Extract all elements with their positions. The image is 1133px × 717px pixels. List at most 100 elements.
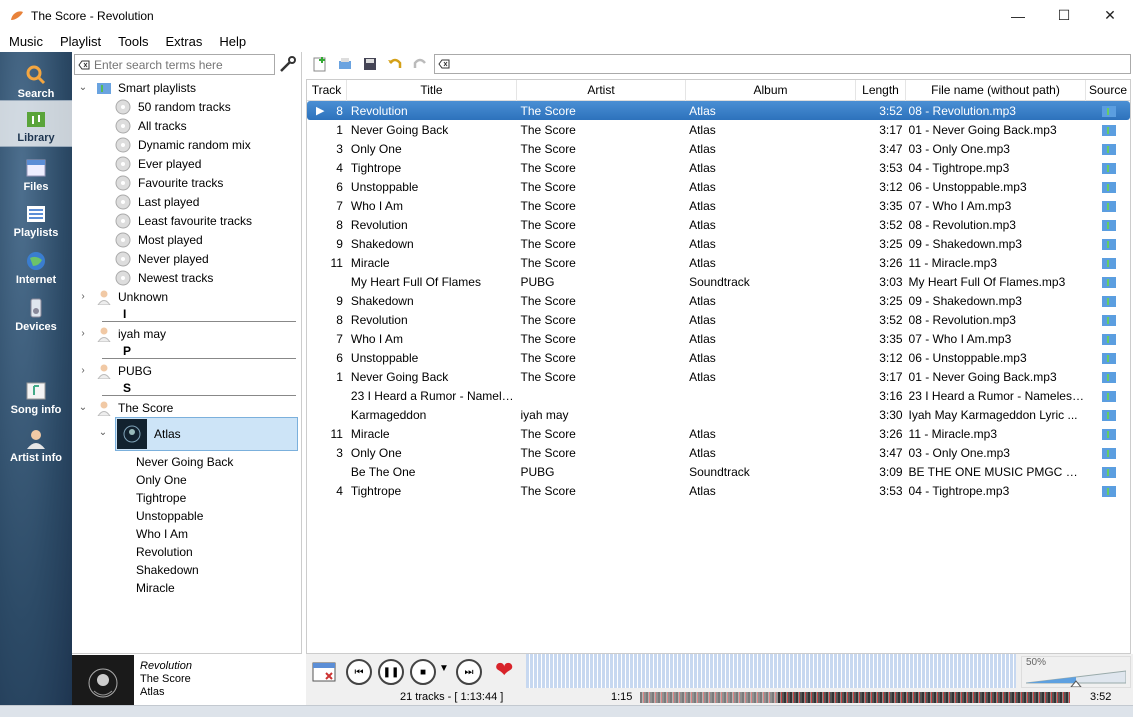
new-playlist-button[interactable] [309, 54, 331, 74]
tab-playlists[interactable]: Playlists [0, 195, 72, 241]
playlist-filter-box[interactable] [434, 54, 1131, 74]
clear-search-icon[interactable] [78, 59, 90, 71]
playlist-row-now-playing[interactable]: 8 Revolution The Score Atlas 3:52 08 - Revolu… [307, 101, 1130, 120]
volume-control[interactable]: 50% [1021, 656, 1131, 688]
love-heart-icon[interactable]: ❤ [495, 657, 513, 683]
devices-icon [30, 298, 42, 318]
playlist-row[interactable]: 4 Tightrope The Score Atlas 3:53 04 - Tightro… [307, 158, 1130, 177]
playlist-row[interactable]: 9 Shakedown The Score Atlas 3:25 09 - Shakedo… [307, 234, 1130, 253]
expand-arrow-icon[interactable]: › [78, 328, 88, 339]
playlist-row[interactable]: Be The One PUBG Soundtrack 3:09 BE THE ONE M… [307, 462, 1130, 481]
expand-arrow-icon[interactable]: › [78, 291, 88, 302]
now-playing-widget[interactable]: Revolution The Score Atlas [72, 653, 302, 706]
playlist-row[interactable]: 7 Who I Am The Score Atlas 3:35 07 - Who I Am… [307, 196, 1130, 215]
album-node-atlas[interactable]: ⌄ Atlas [72, 417, 300, 453]
menu-tools[interactable]: Tools [109, 34, 156, 49]
playlist-row[interactable]: Karmageddon iyah may 3:30 Iyah May Karmaged… [307, 405, 1130, 424]
stop-after-icon[interactable] [312, 661, 336, 683]
playlist-row[interactable]: 8 Revolution The Score Atlas 3:52 08 - Revolu… [307, 215, 1130, 234]
cell-length: 3:35 [879, 198, 903, 213]
playlist-row[interactable]: 3 Only One The Score Atlas 3:47 03 - Only One… [307, 139, 1130, 158]
album-track-item[interactable]: Never Going Back [72, 453, 300, 471]
smart-playlist-item[interactable]: Least favourite tracks [72, 211, 300, 230]
playlist-row[interactable]: 11 Miracle The Score Atlas 3:26 11 - Miracle.… [307, 253, 1130, 272]
column-header-album[interactable]: Album [686, 80, 856, 101]
playlist-row[interactable]: 3 Only One The Score Atlas 3:47 03 - Only One… [307, 443, 1130, 462]
artist-node[interactable]: › PUBG [72, 361, 300, 380]
playlist-row[interactable]: 7 Who I Am The Score Atlas 3:35 07 - Who I Am… [307, 329, 1130, 348]
artist-node[interactable]: › Unknown [72, 287, 300, 306]
close-button[interactable]: ✕ [1087, 0, 1133, 31]
expand-arrow-icon[interactable]: › [78, 365, 88, 376]
tab-files[interactable]: Files [0, 149, 72, 195]
spectrum-analyzer[interactable] [526, 654, 1016, 688]
playlist-row[interactable]: 23 I Heard a Rumor - Namele... 3:16 23 I H… [307, 386, 1130, 405]
menu-music[interactable]: Music [0, 34, 51, 49]
smart-playlist-item[interactable]: Last played [72, 192, 300, 211]
playlist-row[interactable]: My Heart Full Of Flames PUBG Soundtrack 3:0… [307, 272, 1130, 291]
redo-button[interactable] [409, 54, 431, 74]
next-track-button[interactable]: ⏭ [456, 659, 482, 685]
album-track-item[interactable]: Miracle [72, 579, 300, 597]
smart-playlist-item[interactable]: Ever played [72, 154, 300, 173]
playlist-row[interactable]: 1 Never Going Back The Score Atlas 3:17 01 - … [307, 120, 1130, 139]
playlist-row[interactable]: 6 Unstoppable The Score Atlas 3:12 06 - Unsto… [307, 177, 1130, 196]
collapse-arrow-icon[interactable]: ⌄ [78, 402, 88, 413]
smart-playlists-node[interactable]: ⌄ Smart playlists [72, 78, 300, 97]
stop-menu-arrow-icon[interactable]: ▼ [439, 663, 449, 674]
tab-artist-info[interactable]: Artist info [0, 420, 72, 466]
playlist-row[interactable]: 9 Shakedown The Score Atlas 3:25 09 - Shakedo… [307, 291, 1130, 310]
column-header-track[interactable]: Track [307, 80, 347, 101]
album-track-item[interactable]: Tightrope [72, 489, 300, 507]
smart-playlist-item[interactable]: Newest tracks [72, 268, 300, 287]
album-track-item[interactable]: Only One [72, 471, 300, 489]
volume-slider[interactable] [1026, 669, 1126, 687]
playlist-row[interactable]: 11 Miracle The Score Atlas 3:26 11 - Miracle.… [307, 424, 1130, 443]
tab-library[interactable]: Library [0, 100, 72, 147]
library-config-icon[interactable] [278, 55, 298, 75]
tab-search[interactable]: Search [0, 56, 72, 102]
playlist-row[interactable]: 1 Never Going Back The Score Atlas 3:17 01 - … [307, 367, 1130, 386]
collapse-arrow-icon[interactable]: ⌄ [98, 427, 108, 438]
save-playlist-button[interactable] [359, 54, 381, 74]
clear-filter-icon[interactable] [438, 58, 450, 70]
tab-devices[interactable]: Devices [0, 289, 72, 335]
artist-node[interactable]: › iyah may [72, 324, 300, 343]
menu-playlist[interactable]: Playlist [51, 34, 109, 49]
library-search-input[interactable] [94, 57, 269, 72]
tab-internet[interactable]: Internet [0, 242, 72, 288]
seek-bar[interactable] [640, 692, 1070, 703]
load-playlist-button[interactable] [334, 54, 356, 74]
undo-button[interactable] [384, 54, 406, 74]
playlist-row[interactable]: 6 Unstoppable The Score Atlas 3:12 06 - Unsto… [307, 348, 1130, 367]
smart-playlist-item[interactable]: Dynamic random mix [72, 135, 300, 154]
menu-help[interactable]: Help [210, 34, 254, 49]
column-header-title[interactable]: Title [347, 80, 517, 101]
minimize-button[interactable]: — [995, 0, 1041, 31]
album-track-item[interactable]: Unstoppable [72, 507, 300, 525]
pause-button[interactable]: ❚❚ [378, 659, 404, 685]
playlist-row[interactable]: 4 Tightrope The Score Atlas 3:53 04 - Tightro… [307, 481, 1130, 500]
menu-extras[interactable]: Extras [157, 34, 211, 49]
column-header-filename[interactable]: File name (without path) [906, 80, 1086, 101]
album-track-item[interactable]: Revolution [72, 543, 300, 561]
library-search-box[interactable] [74, 54, 275, 75]
library-source-icon [1102, 162, 1117, 174]
smart-playlist-item[interactable]: 50 random tracks [72, 97, 300, 116]
artist-node[interactable]: ⌄ The Score [72, 398, 300, 417]
column-header-source[interactable]: Source [1086, 80, 1130, 101]
tab-song-info[interactable]: Song info [0, 372, 72, 418]
smart-playlist-item[interactable]: Never played [72, 249, 300, 268]
stop-button[interactable]: ■ [410, 659, 436, 685]
album-track-item[interactable]: Shakedown [72, 561, 300, 579]
smart-playlist-item[interactable]: All tracks [72, 116, 300, 135]
maximize-button[interactable]: ☐ [1041, 0, 1087, 31]
album-track-item[interactable]: Who I Am [72, 525, 300, 543]
smart-playlist-item[interactable]: Most played [72, 230, 300, 249]
column-header-length[interactable]: Length [856, 80, 906, 101]
column-header-artist[interactable]: Artist [517, 80, 686, 101]
previous-track-button[interactable]: ⏮ [346, 659, 372, 685]
collapse-arrow-icon[interactable]: ⌄ [78, 82, 88, 93]
playlist-row[interactable]: 8 Revolution The Score Atlas 3:52 08 - Revolu… [307, 310, 1130, 329]
smart-playlist-item[interactable]: Favourite tracks [72, 173, 300, 192]
